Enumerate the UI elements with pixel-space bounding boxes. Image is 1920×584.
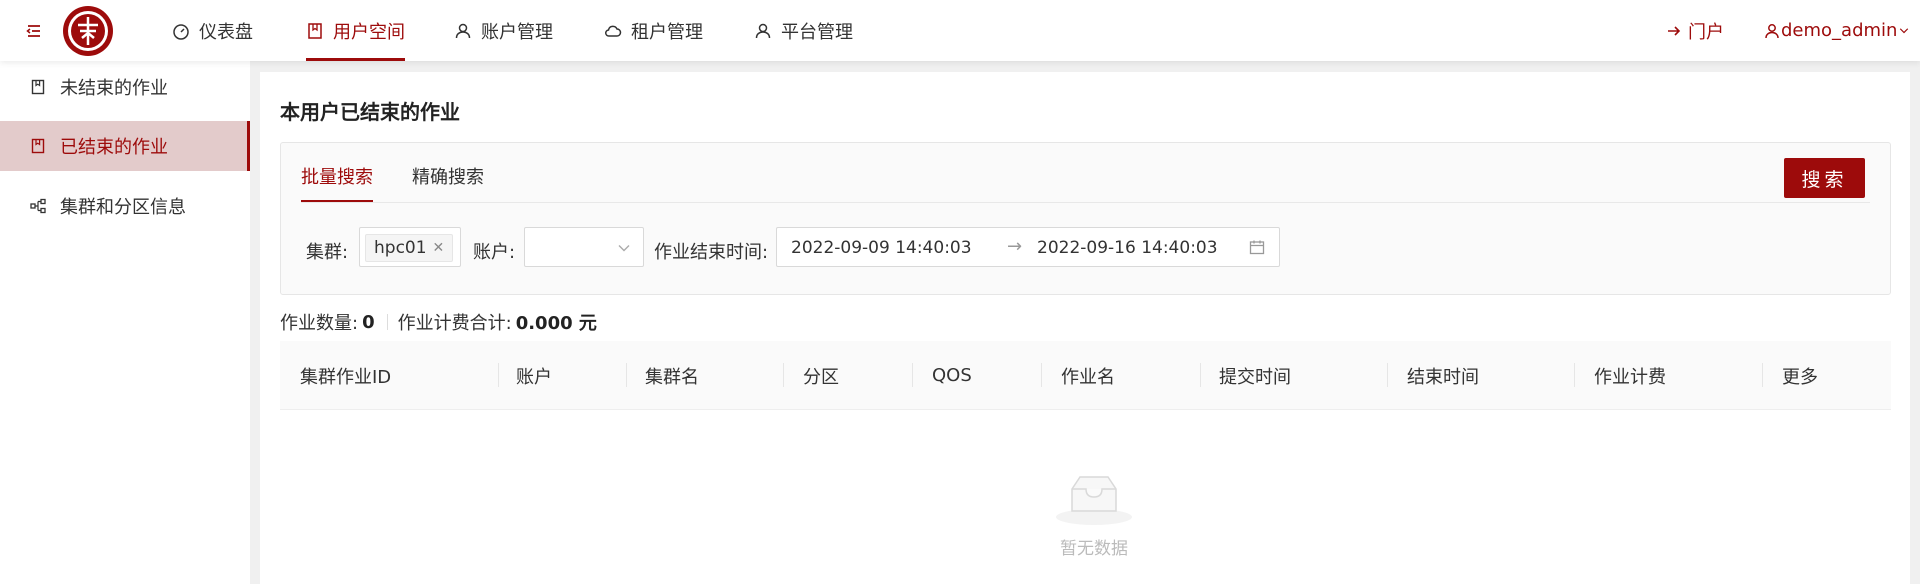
summary-bar: 作业数量: 0 作业计费合计: 0.000 元 [280,309,597,335]
nav-tenant-management[interactable]: 租户管理 [604,0,703,61]
nav-platform-management[interactable]: 平台管理 [754,0,853,61]
column-divider [1200,363,1201,387]
chevron-down-icon [1900,27,1909,33]
page-title: 本用户已结束的作业 [280,100,460,124]
empty-inbox-icon [1056,476,1132,525]
top-header: 仪表盘 用户空间 账户管理 租户管理 平台管理 门户 demo_admin [0,0,1920,61]
sidebar-item-label: 未结束的作业 [60,78,168,99]
sidebar-item-cluster-info[interactable]: 集群和分区信息 [0,181,250,231]
portal-link[interactable]: 门户 [1666,0,1724,61]
cluster-icon [30,198,46,214]
user-icon [455,23,471,38]
close-icon[interactable]: ✕ [433,240,445,256]
column-divider [783,363,784,387]
column-header[interactable]: 更多 [1782,341,1818,410]
user-icon [755,23,771,38]
cluster-select[interactable]: hpc01 ✕ [359,227,461,267]
sidebar: 未结束的作业 已结束的作业 集群和分区信息 [0,61,250,584]
tab-batch-search[interactable]: 批量搜索 [301,163,373,203]
user-icon [1765,23,1779,38]
filter-panel: 批量搜索 精确搜索 搜索 集群: hpc01 ✕ 账户: 作业结束时间: 202… [280,142,1891,295]
column-header[interactable]: QOS [932,341,972,410]
nav-user-space[interactable]: 用户空间 [306,0,405,61]
date-range-picker: 2022-09-09 14:40:03 → 2022-09-16 14:40:0… [776,227,1280,267]
tab-exact-search[interactable]: 精确搜索 [412,163,484,203]
column-divider [498,363,499,387]
column-divider [1762,363,1763,387]
column-divider [912,363,913,387]
user-menu[interactable]: demo_admin [1764,0,1910,61]
account-label: 账户: [473,242,516,263]
menu-fold-icon[interactable] [24,21,44,41]
end-time-label: 作业结束时间: [654,242,769,263]
job-count-label: 作业数量: [280,313,359,334]
column-divider [626,363,627,387]
column-header[interactable]: 账户 [516,341,552,410]
nav-dashboard-label: 仪表盘 [199,21,253,43]
account-select[interactable] [524,227,644,267]
nav-dashboard[interactable]: 仪表盘 [172,0,253,61]
summary-divider [386,314,388,330]
sidebar-item-label: 集群和分区信息 [60,197,186,218]
cluster-chip: hpc01 ✕ [365,234,454,262]
sidebar-item-running-jobs[interactable]: 未结束的作业 [0,62,250,112]
column-header[interactable]: 集群名 [645,341,699,410]
arrow-right-icon [1668,25,1681,36]
nav-account-management[interactable]: 账户管理 [454,0,553,61]
empty-text: 暂无数据 [1060,539,1128,559]
search-button[interactable]: 搜索 [1784,158,1865,198]
book-icon [308,22,322,39]
fee-total-value: 0.000 元 [515,313,597,334]
book-icon [31,79,45,95]
cloud-icon [605,25,622,37]
nav-user-space-label: 用户空间 [333,21,405,43]
chevron-down-icon [618,245,630,252]
column-header[interactable]: 作业计费 [1594,341,1666,410]
column-divider [1387,363,1388,387]
empty-state: 暂无数据 [1044,467,1144,559]
arrow-right-icon: → [1007,236,1023,257]
nav-account-management-label: 账户管理 [481,21,553,43]
cluster-label: 集群: [306,242,349,263]
portal-label: 门户 [1688,21,1724,43]
sidebar-item-finished-jobs[interactable]: 已结束的作业 [0,121,250,171]
table-header: 集群作业ID 账户 集群名 分区 QOS 作业名 提交时间 结束时间 作业计费 … [280,341,1891,410]
start-date-input[interactable]: 2022-09-09 14:40:03 [791,238,972,258]
job-count-value: 0 [362,311,375,333]
column-header[interactable]: 提交时间 [1219,341,1291,410]
column-header[interactable]: 作业名 [1061,341,1115,410]
tabs-divider [301,202,1870,203]
nav-platform-management-label: 平台管理 [781,21,853,43]
column-header[interactable]: 结束时间 [1407,341,1479,410]
university-logo [63,6,113,56]
calendar-icon[interactable] [1249,239,1265,255]
column-header[interactable]: 集群作业ID [300,341,391,410]
username-label: demo_admin [1781,20,1898,41]
nav-tenant-management-label: 租户管理 [631,21,703,43]
column-divider [1574,363,1575,387]
dashboard-icon [173,23,189,40]
book-icon [31,138,45,154]
end-date-input[interactable]: 2022-09-16 14:40:03 [1037,238,1218,258]
column-header[interactable]: 分区 [803,341,839,410]
main-card: 本用户已结束的作业 批量搜索 精确搜索 搜索 集群: hpc01 ✕ 账户: 作… [260,72,1910,584]
column-divider [1041,363,1042,387]
cluster-chip-label: hpc01 [374,238,427,258]
sidebar-item-label: 已结束的作业 [60,137,168,158]
fee-total-label: 作业计费合计: [397,313,512,334]
